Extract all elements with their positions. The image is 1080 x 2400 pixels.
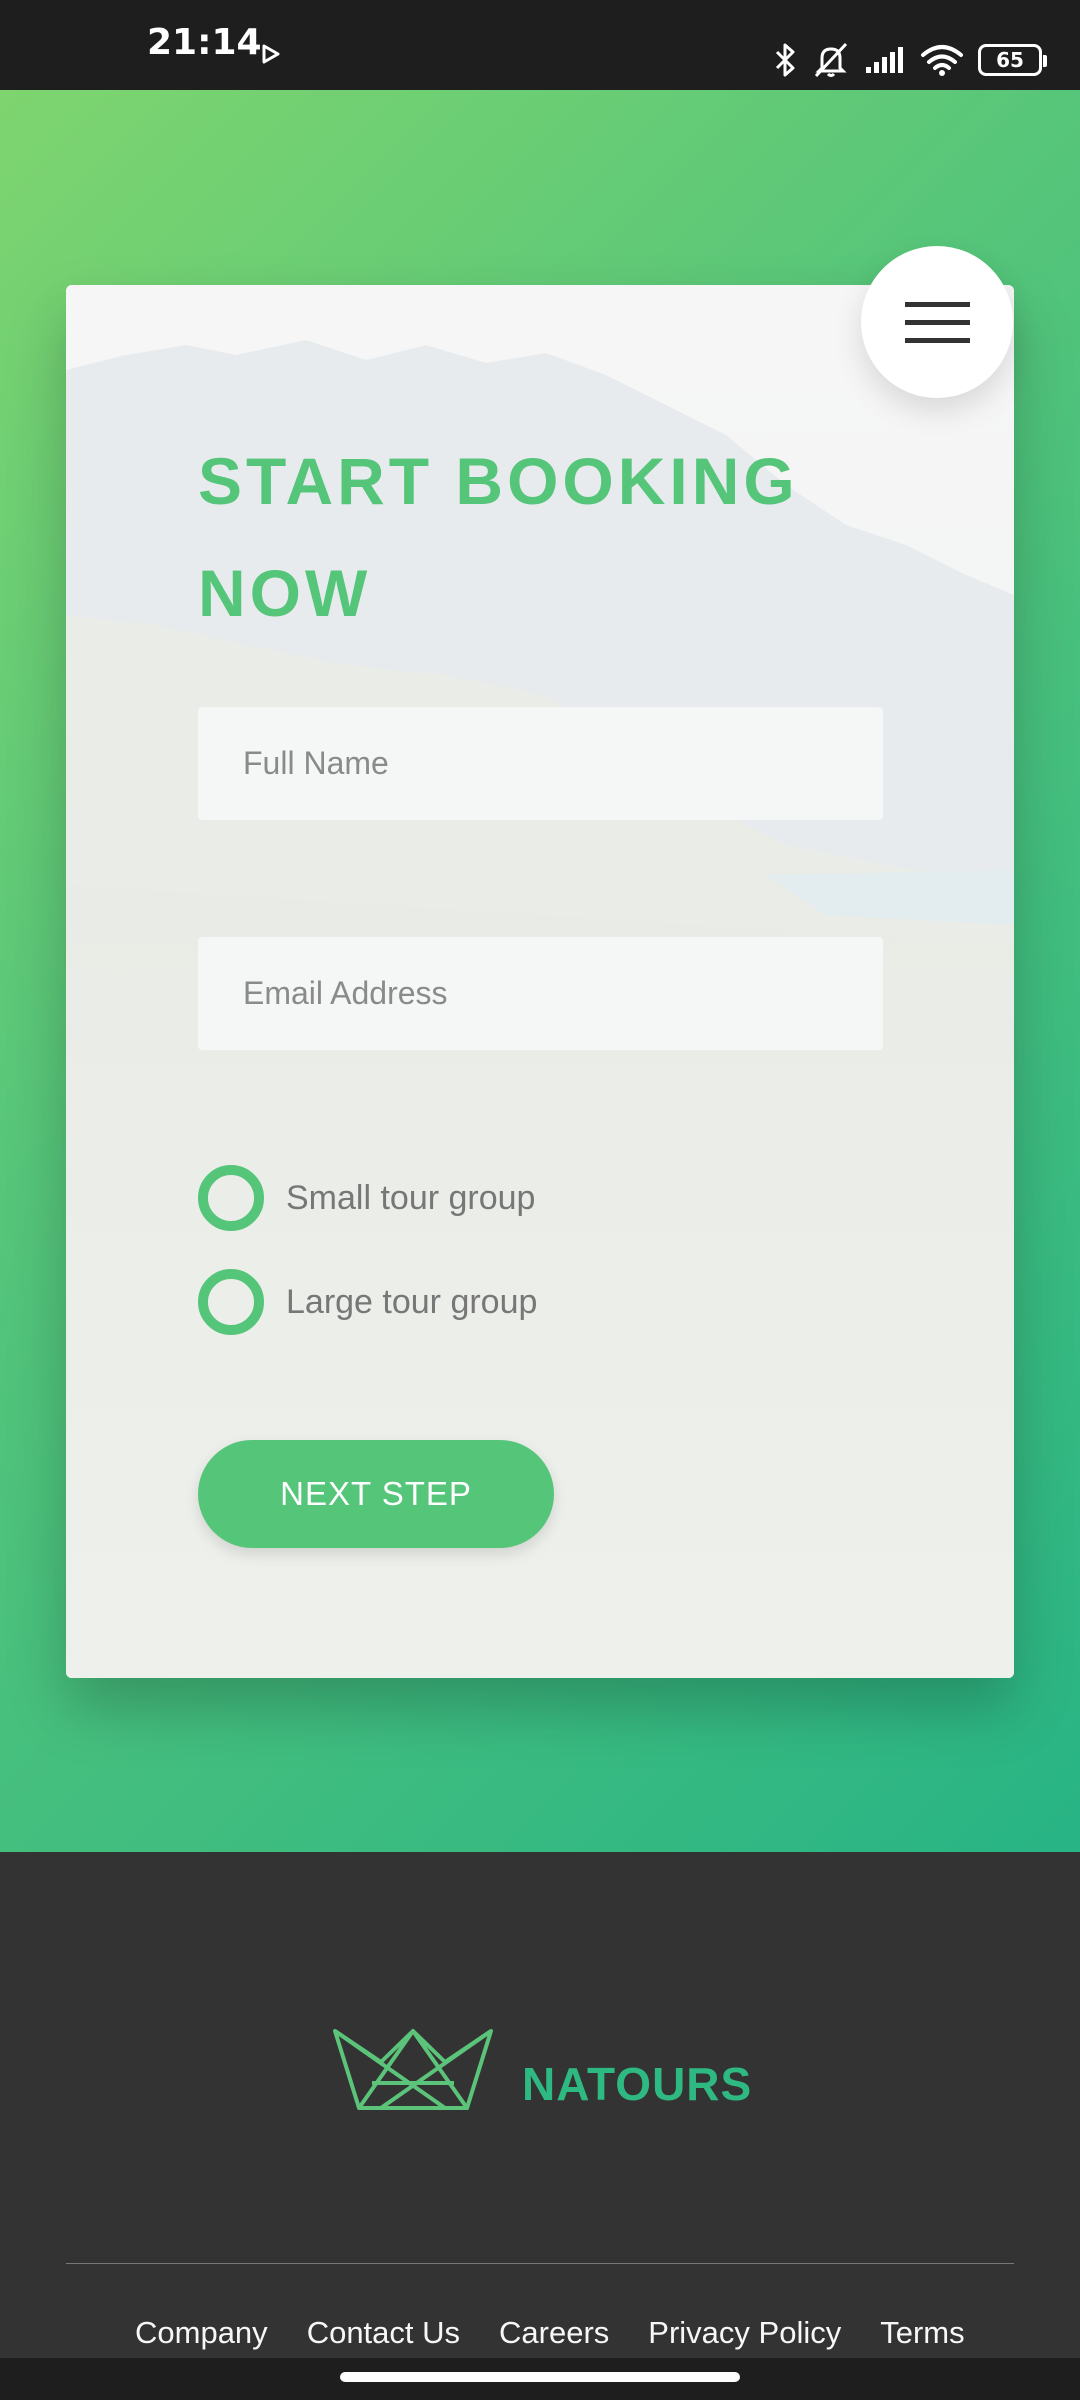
email-address-input[interactable] xyxy=(198,937,883,1050)
radio-large-tour-group[interactable]: Large tour group xyxy=(198,1269,537,1335)
radio-button-icon[interactable] xyxy=(198,1269,264,1335)
footer-link-contact-us[interactable]: Contact Us xyxy=(307,2315,460,2351)
footer-divider xyxy=(66,2263,1014,2264)
status-time: 21:14 xyxy=(147,22,262,63)
footer-link-careers[interactable]: Careers xyxy=(499,2315,609,2351)
footer: NATOURS Company Contact Us Careers Priva… xyxy=(0,1852,1080,2400)
footer-link-terms[interactable]: Terms xyxy=(880,2315,964,2351)
radio-label: Large tour group xyxy=(286,1282,538,1321)
footer-link-privacy-policy[interactable]: Privacy Policy xyxy=(648,2315,841,2351)
crown-logo-icon xyxy=(333,2029,493,2110)
radio-button-icon[interactable] xyxy=(198,1165,264,1231)
home-gesture-handle[interactable] xyxy=(340,2372,740,2382)
radio-label: Small tour group xyxy=(286,1178,536,1217)
wifi-icon xyxy=(921,45,963,76)
next-step-button[interactable]: NEXT STEP xyxy=(198,1440,554,1548)
radio-small-tour-group[interactable]: Small tour group xyxy=(198,1165,535,1231)
play-icon xyxy=(262,44,280,64)
status-bar: 21:14 65 xyxy=(0,0,1080,90)
footer-nav: Company Contact Us Careers Privacy Polic… xyxy=(135,2315,965,2351)
hamburger-menu-icon xyxy=(905,338,970,343)
full-name-input[interactable] xyxy=(198,707,883,820)
status-icons: 65 xyxy=(772,38,1047,82)
bluetooth-icon xyxy=(775,43,795,77)
hamburger-menu-icon xyxy=(905,302,970,307)
battery-level: 65 xyxy=(996,48,1024,72)
mute-icon xyxy=(814,42,848,78)
menu-button[interactable] xyxy=(861,246,1013,398)
signal-icon xyxy=(866,47,903,73)
footer-link-company[interactable]: Company xyxy=(135,2315,268,2351)
hamburger-menu-icon xyxy=(905,320,970,325)
battery-icon: 65 xyxy=(978,44,1047,76)
booking-title: START BOOKING NOW xyxy=(198,444,799,630)
hero-section: START BOOKING NOW Small tour group Large… xyxy=(0,90,1080,1852)
booking-card: START BOOKING NOW Small tour group Large… xyxy=(66,285,1014,1678)
brand-name: NATOURS xyxy=(522,2058,753,2110)
